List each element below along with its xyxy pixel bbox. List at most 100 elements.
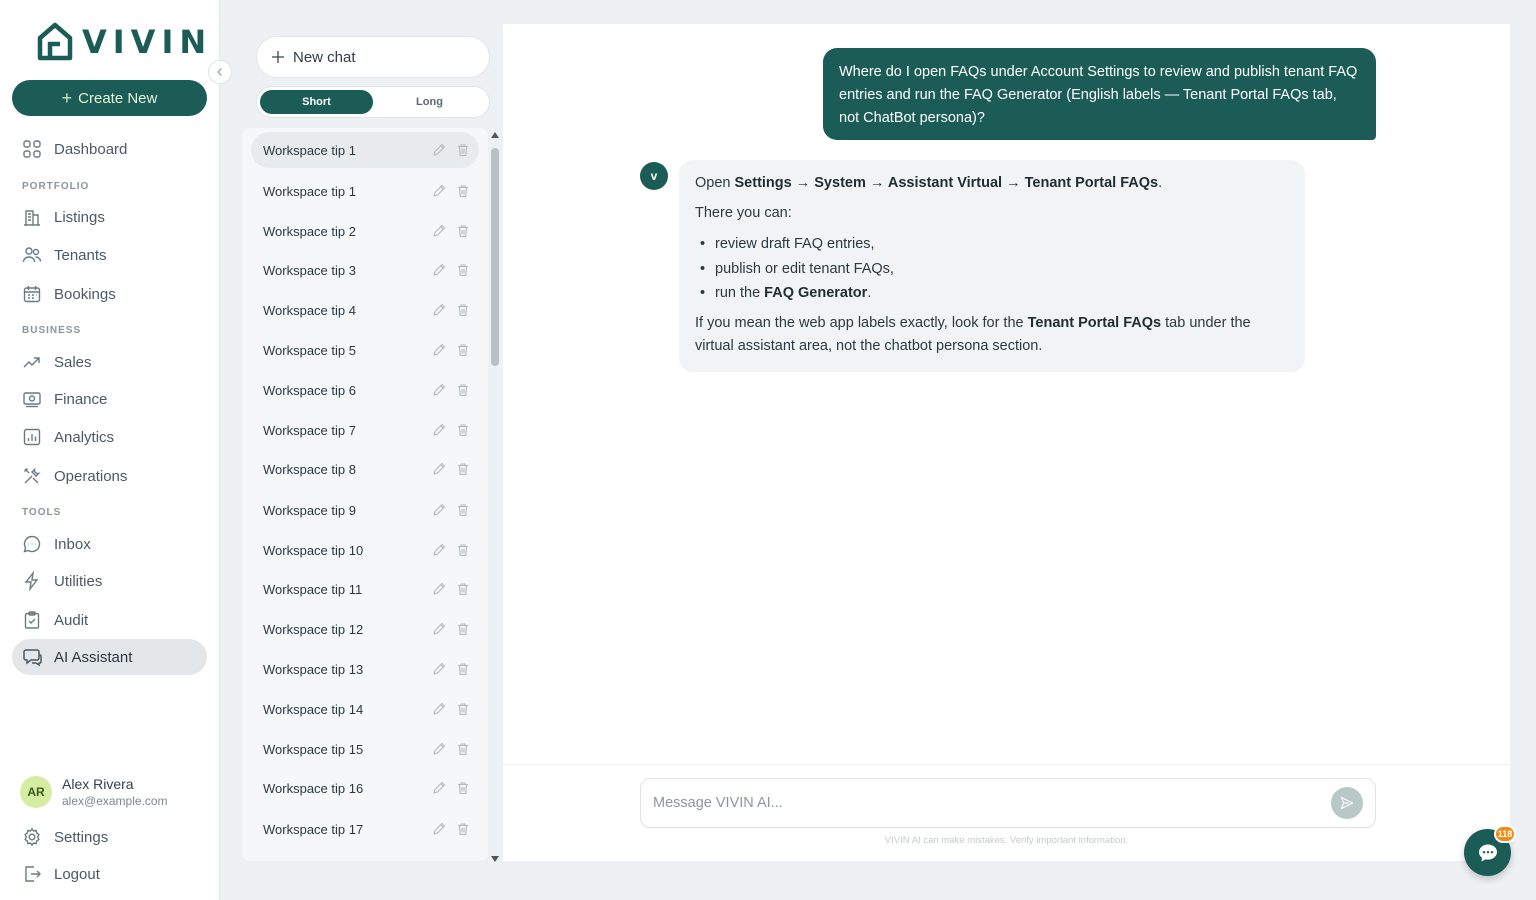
chat-list-item[interactable]: Workspace tip 9 [251, 492, 479, 528]
create-new-label: Create New [78, 89, 158, 107]
nav-item-settings[interactable]: Settings [12, 819, 207, 855]
section-label-business: BUSINESS [22, 325, 82, 336]
edit-pencil-icon[interactable] [431, 780, 447, 796]
delete-trash-icon[interactable] [455, 342, 471, 358]
logo[interactable]: VIVIN [36, 22, 212, 62]
delete-trash-icon[interactable] [455, 142, 471, 158]
chat-list-item[interactable]: Workspace tip 3 [251, 252, 479, 288]
delete-trash-icon[interactable] [455, 780, 471, 796]
scroll-up-arrow-icon[interactable] [491, 132, 499, 138]
assistant-message-bubble: Open Settings → System → Assistant Virtu… [679, 160, 1305, 372]
chat-list-item[interactable]: Workspace tip 5 [251, 332, 479, 368]
chat-list-item[interactable]: Workspace tip 13 [251, 651, 479, 687]
edit-pencil-icon[interactable] [431, 302, 447, 318]
chat-list-item[interactable]: Workspace tip 12 [251, 611, 479, 647]
scroll-thumb[interactable] [491, 148, 499, 366]
edit-pencil-icon[interactable] [431, 661, 447, 677]
nav-item-logout[interactable]: Logout [12, 856, 207, 892]
chat-title: Workspace tip 6 [263, 382, 356, 398]
edit-pencil-icon[interactable] [431, 741, 447, 757]
nav-label: Operations [54, 467, 128, 485]
delete-trash-icon[interactable] [455, 461, 471, 477]
edit-pencil-icon[interactable] [431, 342, 447, 358]
edit-pencil-icon[interactable] [431, 701, 447, 717]
delete-trash-icon[interactable] [455, 302, 471, 318]
chat-list-item[interactable]: Workspace tip 15 [251, 731, 479, 767]
delete-trash-icon[interactable] [455, 183, 471, 199]
chat-list-item[interactable]: Workspace tip 1 [251, 132, 479, 168]
chat-list-item[interactable]: Workspace tip 17 [251, 811, 479, 847]
edit-pencil-icon[interactable] [431, 382, 447, 398]
chat-list-scrollbar[interactable] [488, 132, 502, 862]
edit-pencil-icon[interactable] [431, 581, 447, 597]
delete-trash-icon[interactable] [455, 502, 471, 518]
edit-pencil-icon[interactable] [431, 422, 447, 438]
nav-item-bookings[interactable]: Bookings [12, 276, 207, 312]
scroll-down-arrow-icon[interactable] [491, 856, 499, 862]
delete-trash-icon[interactable] [455, 741, 471, 757]
delete-trash-icon[interactable] [455, 821, 471, 837]
mode-short-button[interactable]: Short [260, 90, 373, 114]
chat-bubble-icon [1478, 844, 1497, 861]
nav-item-operations[interactable]: Operations [12, 458, 207, 494]
chat-list-item[interactable]: Workspace tip 1 [251, 173, 479, 209]
edit-pencil-icon[interactable] [431, 821, 447, 837]
section-label-tools: TOOLS [22, 507, 62, 518]
delete-trash-icon[interactable] [455, 262, 471, 278]
chat-title: Workspace tip 12 [263, 621, 364, 637]
nav-label: Tenants [54, 246, 107, 264]
nav-item-dashboard[interactable]: Dashboard [12, 131, 207, 167]
delete-trash-icon[interactable] [455, 223, 471, 239]
delete-trash-icon[interactable] [455, 422, 471, 438]
chat-title: Workspace tip 13 [263, 661, 364, 677]
delete-trash-icon[interactable] [455, 542, 471, 558]
chat-list-item[interactable]: Workspace tip 14 [251, 691, 479, 727]
chat-list-item[interactable]: Workspace tip 11 [251, 571, 479, 607]
new-chat-label: New chat [293, 48, 356, 66]
delete-trash-icon[interactable] [455, 661, 471, 677]
nav-item-utilities[interactable]: Utilities [12, 563, 207, 599]
chat-list-item[interactable]: Workspace tip 16 [251, 770, 479, 806]
chat-list-item[interactable]: Workspace tip 6 [251, 372, 479, 408]
delete-trash-icon[interactable] [455, 382, 471, 398]
edit-pencil-icon[interactable] [431, 223, 447, 239]
path-step: Tenant Portal FAQs [1024, 175, 1159, 191]
nav-item-ai-assistant[interactable]: AI Assistant [12, 639, 207, 675]
nav-item-analytics[interactable]: Analytics [12, 419, 207, 455]
nav-item-tenants[interactable]: Tenants [12, 237, 207, 273]
nav-item-listings[interactable]: Listings [12, 199, 207, 235]
edit-pencil-icon[interactable] [431, 502, 447, 518]
chat-list-item[interactable]: Workspace tip 8 [251, 451, 479, 487]
chat-list-item[interactable]: Workspace tip 10 [251, 532, 479, 568]
chat-list-item[interactable]: Workspace tip 2 [251, 213, 479, 249]
mode-long-button[interactable]: Long [373, 90, 486, 114]
chat-title: Workspace tip 4 [263, 302, 356, 318]
chat-list-item[interactable]: Workspace tip 7 [251, 412, 479, 448]
edit-pencil-icon[interactable] [431, 262, 447, 278]
edit-pencil-icon[interactable] [431, 183, 447, 199]
user-profile[interactable]: AR Alex Rivera alex@example.com [20, 776, 168, 808]
chat-list-item[interactable]: Workspace tip 4 [251, 292, 479, 328]
nav-item-audit[interactable]: Audit [12, 602, 207, 638]
delete-trash-icon[interactable] [455, 701, 471, 717]
send-button[interactable] [1331, 787, 1363, 819]
create-new-button[interactable]: + Create New [12, 80, 207, 116]
message-input[interactable] [653, 795, 1331, 811]
list-item: review draft FAQ entries, [695, 232, 1289, 257]
delete-trash-icon[interactable] [455, 581, 471, 597]
nav-item-inbox[interactable]: Inbox [12, 526, 207, 562]
notification-badge: 118 [1494, 825, 1516, 843]
edit-pencil-icon[interactable] [431, 461, 447, 477]
delete-trash-icon[interactable] [455, 621, 471, 637]
brand-name: VIVIN [82, 23, 213, 61]
answer-outro: If you mean the web app labels exactly, … [695, 314, 1251, 354]
edit-pencil-icon[interactable] [431, 142, 447, 158]
nav-item-finance[interactable]: Finance [12, 381, 207, 417]
calendar-icon [23, 286, 41, 303]
bar-chart-icon [23, 428, 41, 446]
collapse-sidebar-button[interactable] [208, 60, 232, 84]
nav-item-sales[interactable]: Sales [12, 344, 207, 380]
new-chat-button[interactable]: New chat [256, 36, 490, 78]
edit-pencil-icon[interactable] [431, 542, 447, 558]
edit-pencil-icon[interactable] [431, 621, 447, 637]
